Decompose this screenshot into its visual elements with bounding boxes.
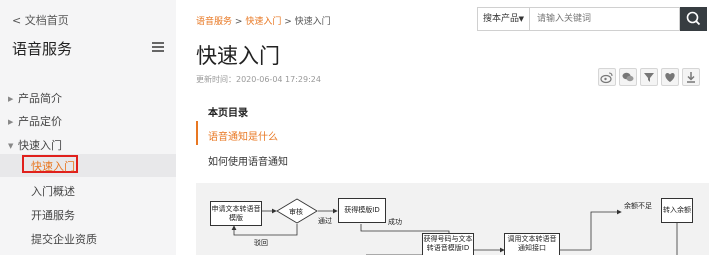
sidebar-subitem-qualification[interactable]: 提交企业资质	[31, 231, 97, 247]
flow-node-apply-template: 申请文本转语音模版	[210, 201, 262, 226]
flow-label-pass: 通过	[318, 217, 332, 225]
feedback-icon[interactable]	[640, 68, 658, 86]
heart-icon[interactable]	[661, 68, 679, 86]
sidebar-subitem-activate[interactable]: 开通服务	[31, 207, 75, 223]
page-title: 快速入门	[196, 44, 280, 68]
back-to-docs-link[interactable]: < 文档首页	[12, 12, 69, 28]
breadcrumb-current: 快速入门	[294, 17, 331, 27]
toc-active-indicator	[196, 121, 198, 145]
breadcrumb-link-voice[interactable]: 语音服务	[196, 17, 232, 27]
breadcrumb-separator: >	[284, 17, 292, 27]
flow-node-get-number-template: 获得号码与文本转语音模版ID	[422, 233, 474, 255]
sidebar-subitem-quickstart[interactable]: 快速入门	[31, 158, 75, 174]
sidebar-item-pricing[interactable]: ▶ 产品定价	[8, 113, 62, 129]
chevron-right-icon: ▶	[8, 118, 14, 126]
wechat-icon[interactable]	[619, 68, 637, 86]
sidebar-item-label: 快速入门	[18, 139, 62, 152]
breadcrumb-separator: >	[234, 17, 243, 27]
updated-time: 更新时间：2020-06-04 17:29:24	[196, 75, 321, 84]
sidebar-subitem-overview[interactable]: 入门概述	[31, 183, 75, 199]
toc-item-what-is[interactable]: 语音通知是什么	[208, 128, 278, 143]
flow-diagram: 申请文本转语音模版 审核 通过 驳回 获得模版ID 成功 获得号码与文本转语音模…	[196, 183, 709, 255]
toc-title: 本页目录	[208, 108, 248, 119]
flow-label-success: 成功	[388, 218, 402, 226]
flow-label-reject: 驳回	[254, 239, 268, 247]
breadcrumb: 语音服务 > 快速入门 > 快速入门	[196, 14, 331, 27]
search-button[interactable]	[680, 7, 707, 31]
weibo-icon[interactable]	[598, 68, 616, 86]
flow-node-get-template-id: 获得模版ID	[338, 198, 386, 223]
flow-node-call-api: 调用文本转语音通知接口	[504, 233, 560, 255]
sidebar-item-product-intro[interactable]: ▶ 产品简介	[8, 90, 62, 106]
search-input[interactable]	[530, 7, 680, 31]
flow-node-topup: 转入余额	[661, 198, 693, 223]
search-scope-label: 搜本产品	[483, 14, 520, 24]
flow-label-review: 审核	[289, 208, 303, 216]
sidebar-item-label: 产品简介	[18, 92, 62, 105]
toc-item-how-to-use[interactable]: 如何使用语音通知	[208, 153, 288, 168]
sidebar-item-label: 产品定价	[18, 115, 62, 128]
search-icon	[686, 11, 701, 26]
breadcrumb-link-quickstart[interactable]: 快速入门	[245, 17, 281, 27]
sidebar-item-quickstart[interactable]: ▼ 快速入门	[8, 137, 62, 153]
chevron-down-icon: ▼	[8, 142, 14, 150]
caret-down-icon: ▼	[518, 15, 524, 23]
download-icon[interactable]	[682, 68, 700, 86]
search-scope-select[interactable]: 搜本产品 ▼	[477, 7, 530, 31]
flow-label-insufficient: 余额不足	[624, 202, 652, 210]
chevron-right-icon: ▶	[8, 95, 14, 103]
sidebar-title: 语音服务	[12, 40, 73, 58]
hamburger-menu-icon[interactable]	[152, 42, 164, 52]
sidebar: < 文档首页 语音服务 ▶ 产品简介 ▶ 产品定价 ▼ 快速入门 快速入门 入门概述 …	[0, 0, 176, 255]
